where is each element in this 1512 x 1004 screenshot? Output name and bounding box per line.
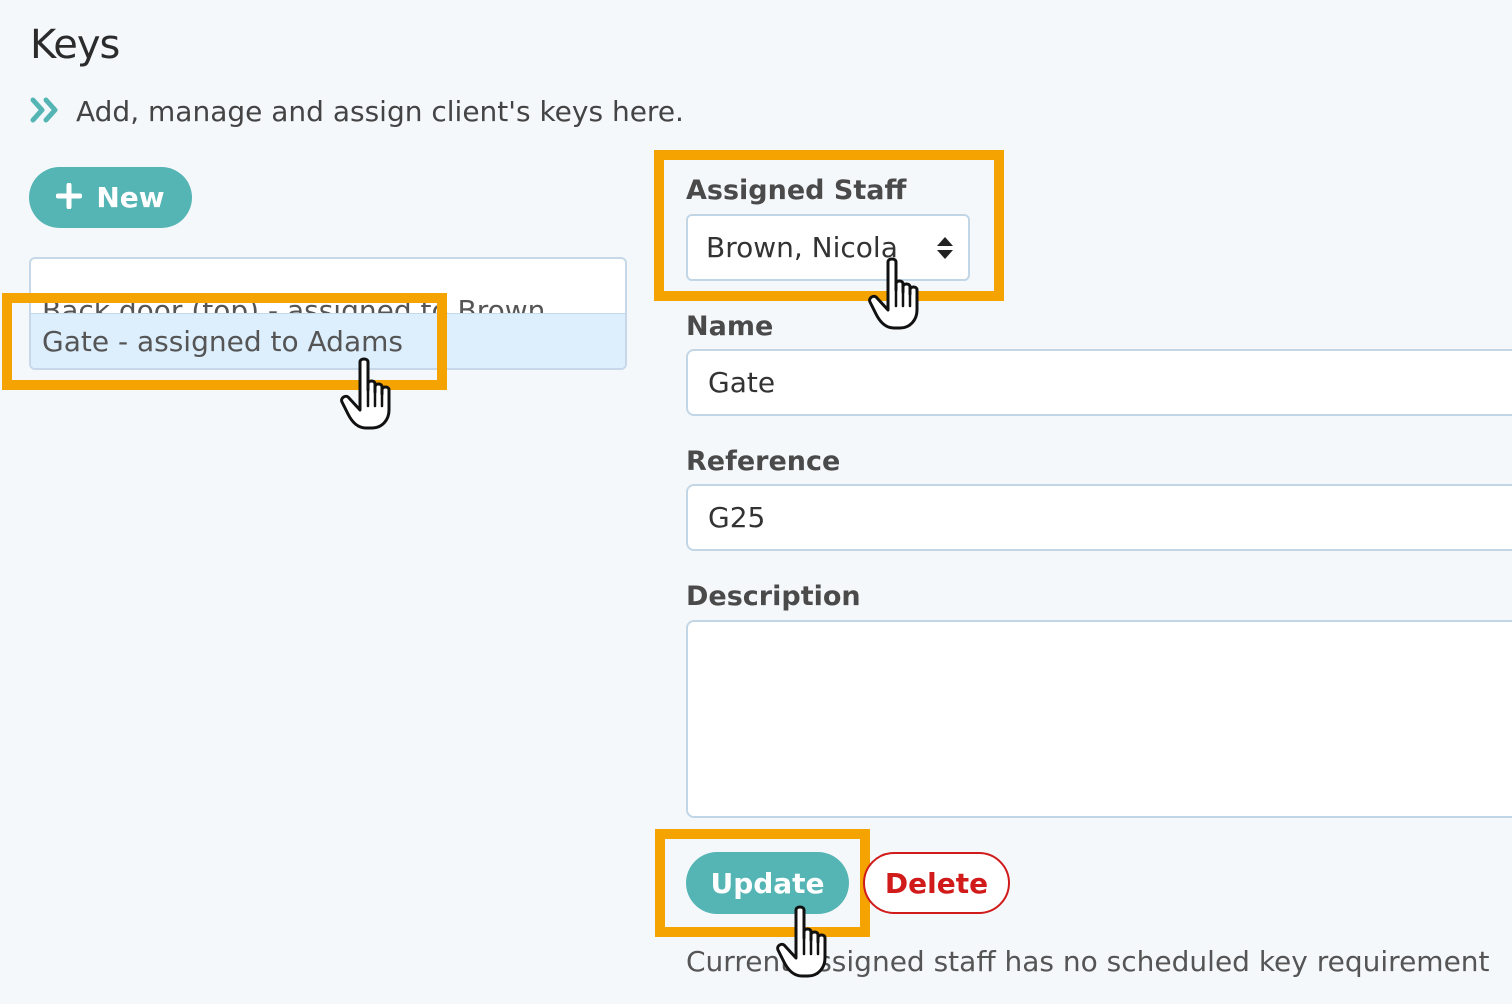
name-input[interactable]: Gate — [686, 349, 1512, 416]
plus-icon — [55, 180, 83, 216]
reference-input-value: G25 — [708, 501, 766, 534]
delete-button[interactable]: Delete — [863, 852, 1010, 914]
subtitle-text: Add, manage and assign client's keys her… — [76, 95, 684, 128]
description-textarea[interactable] — [686, 620, 1512, 818]
hand-pointer-icon — [868, 257, 919, 330]
description-label: Description — [686, 581, 861, 612]
name-input-value: Gate — [708, 366, 776, 399]
reference-input[interactable]: G25 — [686, 484, 1512, 551]
name-label: Name — [686, 311, 774, 342]
new-button-label: New — [96, 181, 165, 214]
hand-pointer-icon — [776, 905, 827, 978]
reference-label: Reference — [686, 446, 841, 477]
double-chevron-right-icon — [30, 97, 60, 127]
new-key-button[interactable]: New — [29, 167, 192, 228]
highlight-assigned-staff — [654, 150, 1004, 301]
hand-pointer-icon — [340, 357, 391, 430]
page-subtitle: Add, manage and assign client's keys her… — [30, 95, 684, 128]
page-title: Keys — [30, 22, 120, 68]
delete-button-label: Delete — [884, 866, 989, 900]
